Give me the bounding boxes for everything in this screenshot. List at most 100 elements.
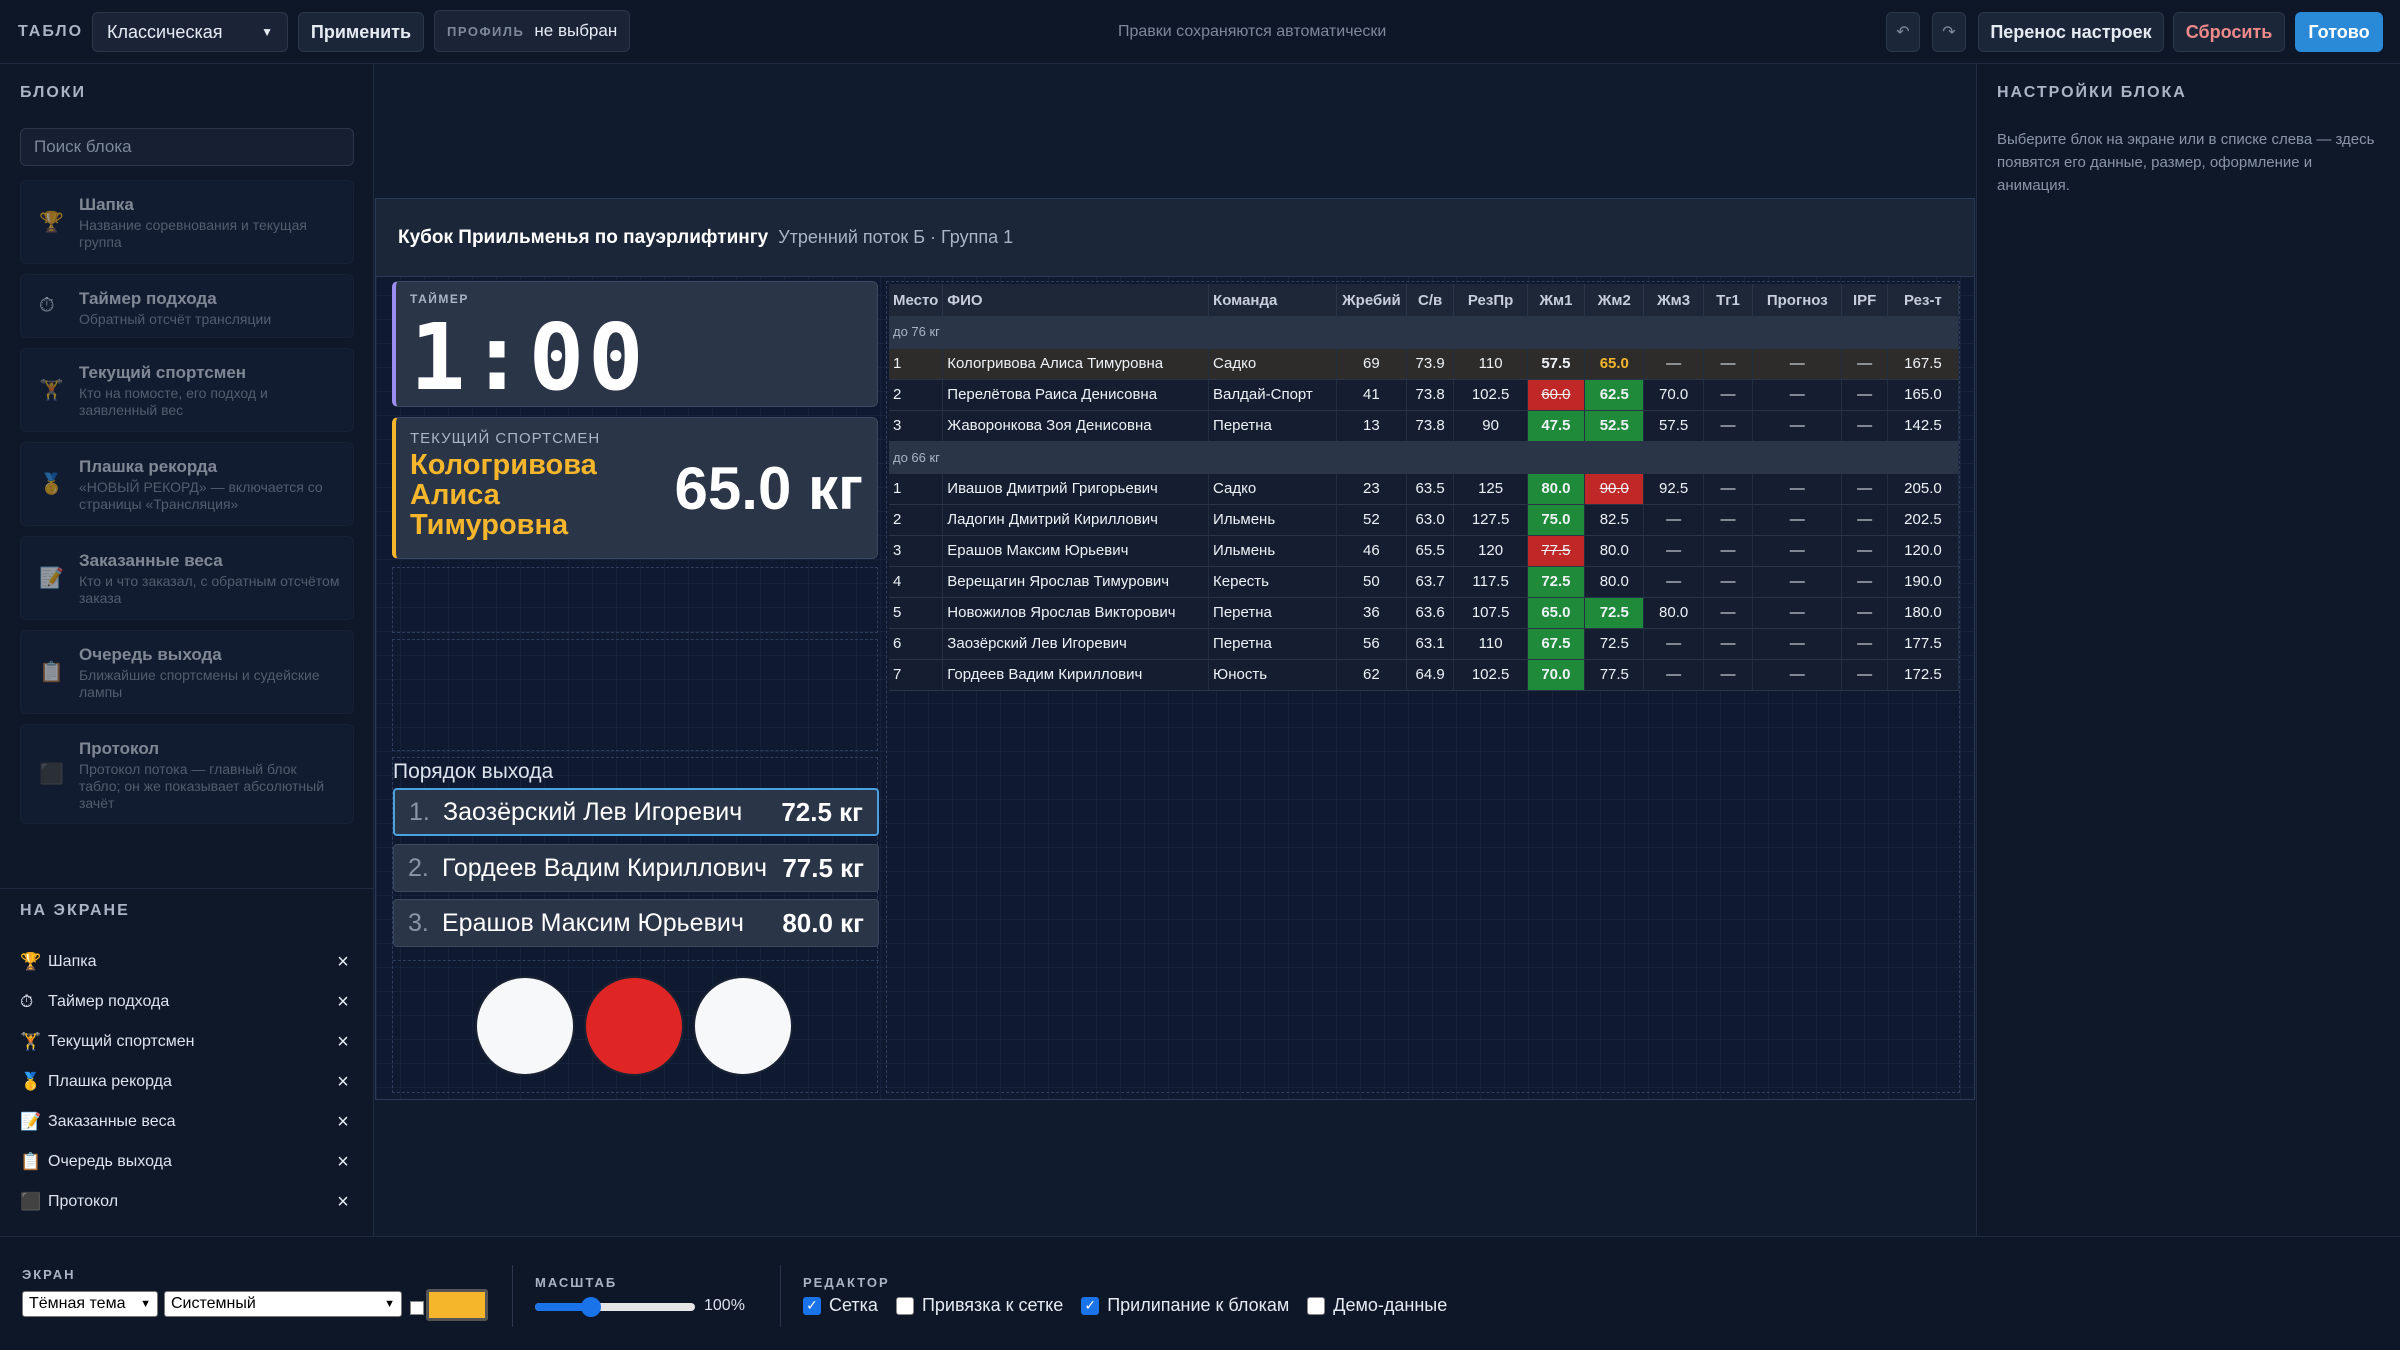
close-icon[interactable]: × xyxy=(332,991,354,1014)
queue-item: 1. Заозёрский Лев Игоревич 72.5 кг xyxy=(393,788,879,836)
transfer-settings-button[interactable]: Перенос настроек xyxy=(1978,12,2164,52)
snap-grid-checkbox[interactable]: Привязка к сетке xyxy=(895,1295,1063,1316)
on-screen-item-current-athlete[interactable]: 🏋 Текущий спортсмен × xyxy=(20,1022,354,1062)
cell-ipf: — xyxy=(1841,504,1888,536)
demo-data-checkbox[interactable]: Демо-данные xyxy=(1307,1295,1447,1316)
col-ipf: IPF xyxy=(1841,284,1888,316)
block-card-current-athlete[interactable]: 🏋 Текущий спортсмен Кто на помосте, его … xyxy=(20,348,354,432)
profile-indicator[interactable]: ПРОФИЛЬ не выбран xyxy=(434,10,631,52)
on-screen-item-header[interactable]: 🏆 Шапка × xyxy=(20,942,354,982)
close-icon[interactable]: × xyxy=(332,951,354,974)
cell-lot: 62 xyxy=(1336,659,1407,691)
cell-result-pr: 117.5 xyxy=(1453,566,1528,598)
close-icon[interactable]: × xyxy=(332,1031,354,1054)
current-athlete-block[interactable]: ТЕКУЩИЙ СПОРТСМЕН Кологривова Алиса Тиму… xyxy=(392,417,878,559)
accent-color-picker[interactable] xyxy=(426,1289,488,1321)
cell-team: Перетна xyxy=(1208,628,1337,660)
close-icon[interactable]: × xyxy=(332,1111,354,1134)
attempt-value: 90.0 xyxy=(1599,480,1629,497)
block-card-timer[interactable]: ⏱ Таймер подхода Обратный отсчёт трансля… xyxy=(20,274,354,338)
cell-bench3: — xyxy=(1643,628,1704,660)
protocol-block[interactable]: Место ФИО Команда Жребий С/в РезПр Жм1 Ж… xyxy=(886,281,1960,1093)
cell-ipf: — xyxy=(1841,566,1888,598)
undo-icon[interactable]: ↶ xyxy=(1886,12,1920,52)
scale-slider-thumb[interactable] xyxy=(581,1297,601,1317)
checkbox-icon[interactable] xyxy=(895,1296,914,1315)
cell-bodyweight: 64.9 xyxy=(1406,659,1455,691)
on-screen-item-timer[interactable]: ⏱ Таймер подхода × xyxy=(20,982,354,1022)
cell-bench1: 77.5 xyxy=(1527,535,1586,567)
color-toggle[interactable] xyxy=(410,1301,424,1315)
cell-name: Ерашов Максим Юрьевич xyxy=(942,535,1210,567)
redo-icon[interactable]: ↷ xyxy=(1932,12,1966,52)
cell-bench3: — xyxy=(1643,566,1704,598)
scoreboard-screen[interactable]: Кубок Приильменья по пауэрлифтингу Утрен… xyxy=(375,198,1975,1100)
cell-bench2: 65.0 xyxy=(1584,348,1645,380)
apply-button[interactable]: Применить xyxy=(298,12,424,52)
close-icon[interactable]: × xyxy=(332,1151,354,1174)
protocol-header-row: Место ФИО Команда Жребий С/в РезПр Жм1 Ж… xyxy=(889,284,1960,316)
scale-value: 100% xyxy=(704,1297,745,1314)
done-button[interactable]: Готово xyxy=(2295,12,2383,52)
chevron-down-icon: ▼ xyxy=(140,1298,151,1310)
scoreboard-header[interactable]: Кубок Приильменья по пауэрлифтингу Утрен… xyxy=(376,199,1974,277)
on-screen-item-record[interactable]: 🥇 Плашка рекорда × xyxy=(20,1062,354,1102)
block-card-desc: Ближайшие спортсмены и судейские лампы xyxy=(79,667,320,700)
current-athlete-name: Кологривова Алиса Тимуровна xyxy=(410,449,597,541)
cell-result-pr: 120 xyxy=(1453,535,1528,567)
cell-lot: 13 xyxy=(1336,410,1407,442)
block-card-record[interactable]: 🥇 Плашка рекорда «НОВЫЙ РЕКОРД» — включа… xyxy=(20,442,354,526)
cell-deadlift1: — xyxy=(1703,628,1754,660)
on-screen-item-label: Протокол xyxy=(48,1193,119,1210)
block-card-ordered-weights[interactable]: 📝 Заказанные веса Кто и что заказал, с о… xyxy=(20,536,354,620)
attempt-value: 60.0 xyxy=(1541,386,1571,403)
block-settings-title: НАСТРОЙКИ БЛОКА xyxy=(1997,84,2187,101)
cell-team: Перетна xyxy=(1208,597,1337,629)
close-icon[interactable]: × xyxy=(332,1071,354,1094)
block-card-protocol[interactable]: ⬛ Протокол Протокол потока — главный бло… xyxy=(20,724,354,824)
block-search-input[interactable]: Поиск блока xyxy=(20,128,354,166)
queue-block[interactable]: Порядок выхода 1. Заозёрский Лев Игореви… xyxy=(392,757,879,1093)
theme-select[interactable]: Тёмная тема ▼ xyxy=(22,1291,158,1317)
chevron-down-icon: ▼ xyxy=(384,1298,395,1310)
layout-select[interactable]: Классическая ▼ xyxy=(92,12,288,52)
block-card-title: Плашка рекорда xyxy=(79,457,218,476)
cell-result: 180.0 xyxy=(1887,597,1960,629)
snap-blocks-checkbox[interactable]: ✓ Прилипание к блокам xyxy=(1081,1295,1289,1316)
block-card-header[interactable]: 🏆 Шапка Название соревнования и текущая … xyxy=(20,180,354,264)
timer-block[interactable]: ТАЙМЕР 1:00 xyxy=(392,281,878,411)
cell-place: 2 xyxy=(889,504,944,536)
cell-name: Ивашов Дмитрий Григорьевич xyxy=(942,473,1210,505)
square-icon: ⬛ xyxy=(20,1192,42,1211)
checkbox-icon[interactable] xyxy=(1307,1296,1326,1315)
cell-name: Жаворонкова Зоя Денисовна xyxy=(942,410,1210,442)
queue-weight: 80.0 кг xyxy=(782,907,864,938)
stopwatch-icon: ⏱ xyxy=(39,294,55,317)
font-select[interactable]: Системный ▼ xyxy=(164,1291,402,1317)
chevron-down-icon: ▼ xyxy=(261,25,273,39)
queue-name: Заозёрский Лев Игоревич xyxy=(443,797,743,826)
scale-slider[interactable] xyxy=(535,1297,695,1317)
table-row: 1 Ивашов Дмитрий Григорьевич Садко 23 63.5 12… xyxy=(889,473,1960,505)
cell-bench2: 52.5 xyxy=(1584,410,1645,442)
table-row: 1 Кологривова Алиса Тимуровна Садко 69 73.9 1… xyxy=(889,348,1960,380)
attempt-value: 72.5 xyxy=(1599,635,1629,652)
checkbox-icon[interactable]: ✓ xyxy=(803,1296,821,1315)
reset-button[interactable]: Сбросить xyxy=(2173,12,2285,52)
on-screen-item-protocol[interactable]: ⬛ Протокол × xyxy=(20,1182,354,1222)
divider xyxy=(393,960,879,961)
ordered-weights-block[interactable] xyxy=(392,639,878,751)
cell-result: 165.0 xyxy=(1887,379,1960,411)
close-icon[interactable]: × xyxy=(332,1191,354,1214)
grid-checkbox[interactable]: ✓ Сетка xyxy=(803,1295,878,1316)
on-screen-item-ordered-weights[interactable]: 📝 Заказанные веса × xyxy=(20,1102,354,1142)
blocks-title: БЛОКИ xyxy=(20,84,87,101)
record-block[interactable] xyxy=(392,567,878,633)
cell-result: 205.0 xyxy=(1887,473,1960,505)
on-screen-item-queue[interactable]: 📋 Очередь выхода × xyxy=(20,1142,354,1182)
cell-name: Перелётова Раиса Денисовна xyxy=(942,379,1210,411)
block-card-title: Шапка xyxy=(79,195,134,214)
block-settings-panel: НАСТРОЙКИ БЛОКА Выберите блок на экране … xyxy=(1976,64,2400,1236)
checkbox-icon[interactable]: ✓ xyxy=(1081,1296,1100,1315)
block-card-queue[interactable]: 📋 Очередь выхода Ближайшие спортсмены и … xyxy=(20,630,354,714)
